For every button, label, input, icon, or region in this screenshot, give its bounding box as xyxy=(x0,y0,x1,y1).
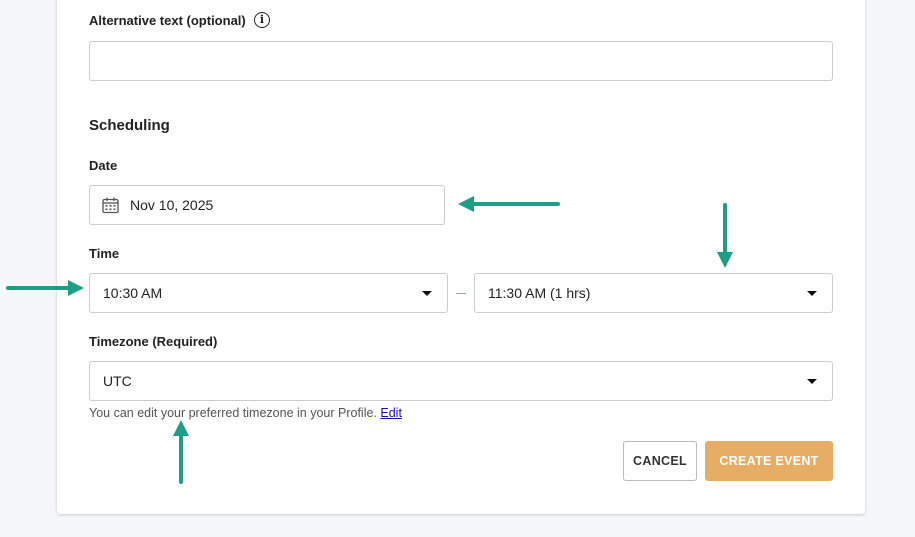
chevron-down-icon xyxy=(422,290,432,296)
alt-text-field[interactable] xyxy=(89,41,833,81)
info-icon[interactable]: i xyxy=(254,12,270,28)
time-label: Time xyxy=(89,246,120,261)
alt-text-label: Alternative text (optional) xyxy=(89,13,246,28)
edit-profile-link[interactable]: Edit xyxy=(380,406,402,420)
timezone-value: UTC xyxy=(103,373,132,389)
chevron-down-icon xyxy=(807,290,817,296)
scheduling-title: Scheduling xyxy=(89,117,170,134)
timezone-select[interactable]: UTC xyxy=(89,361,833,401)
date-picker[interactable]: Nov 10, 2025 xyxy=(89,185,445,225)
timezone-helper: You can edit your preferred timezone in … xyxy=(89,406,402,420)
end-time-select[interactable]: 11:30 AM (1 hrs) xyxy=(474,273,833,313)
time-range-separator xyxy=(456,293,466,294)
start-time-value: 10:30 AM xyxy=(103,285,163,301)
cancel-button[interactable]: CANCEL xyxy=(623,441,697,481)
chevron-down-icon xyxy=(807,378,817,384)
create-event-button[interactable]: CREATE EVENT xyxy=(705,441,833,481)
date-label: Date xyxy=(89,158,118,173)
calendar-icon xyxy=(102,197,119,214)
end-time-value: 11:30 AM (1 hrs) xyxy=(488,285,591,301)
start-time-select[interactable]: 10:30 AM xyxy=(89,273,448,313)
timezone-label: Timezone (Required) xyxy=(89,334,218,349)
timezone-helper-text: You can edit your preferred timezone in … xyxy=(89,406,377,420)
alt-text-input[interactable] xyxy=(90,42,832,80)
date-value: Nov 10, 2025 xyxy=(130,197,214,213)
